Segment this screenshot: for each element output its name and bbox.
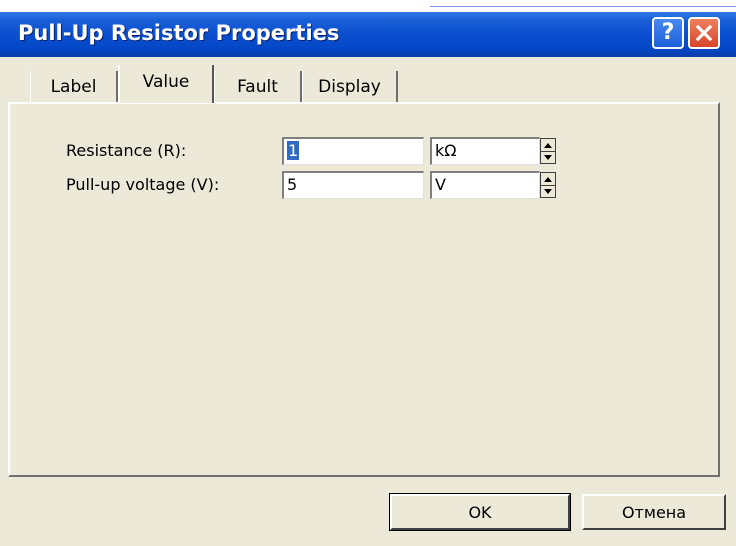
voltage-label: Pull-up voltage (V): xyxy=(66,175,220,194)
close-button[interactable] xyxy=(688,17,720,49)
value-tab-panel: Resistance (R): 1 kΩ Pull-up voltage (V)… xyxy=(8,102,720,477)
spin-down-arrow-icon[interactable] xyxy=(541,151,555,163)
title-bar[interactable]: Pull-Up Resistor Properties ? xyxy=(0,12,736,57)
tab-label[interactable]: Label xyxy=(30,71,118,102)
page-background-strip xyxy=(0,0,736,12)
ok-button[interactable]: OK xyxy=(389,493,571,531)
help-icon: ? xyxy=(661,20,675,45)
voltage-unit: V xyxy=(435,175,446,194)
tab-fault[interactable]: Fault xyxy=(214,71,302,102)
resistance-unit-field[interactable]: kΩ xyxy=(430,137,540,165)
resistance-unit-spinner[interactable] xyxy=(540,138,556,164)
spin-down-arrow-icon[interactable] xyxy=(541,185,555,197)
resistance-input[interactable]: 1 xyxy=(282,137,424,165)
voltage-input[interactable]: 5 xyxy=(282,171,424,199)
window-title: Pull-Up Resistor Properties xyxy=(18,21,340,45)
voltage-unit-field[interactable]: V xyxy=(430,171,540,199)
cancel-button[interactable]: Отмена xyxy=(582,494,726,530)
voltage-unit-spinner[interactable] xyxy=(540,172,556,198)
resistance-value: 1 xyxy=(287,141,300,160)
tab-display[interactable]: Display xyxy=(302,71,398,102)
voltage-value: 5 xyxy=(287,175,298,194)
dialog-window: Pull-Up Resistor Properties ? Label Valu… xyxy=(0,12,736,546)
resistance-unit: kΩ xyxy=(435,141,457,160)
tab-value[interactable]: Value xyxy=(118,65,214,103)
resistance-label: Resistance (R): xyxy=(66,141,187,160)
page-divider xyxy=(430,6,736,7)
tab-strip: Label Value Fault Display xyxy=(0,62,736,104)
close-icon xyxy=(695,24,713,42)
help-button[interactable]: ? xyxy=(652,17,684,49)
